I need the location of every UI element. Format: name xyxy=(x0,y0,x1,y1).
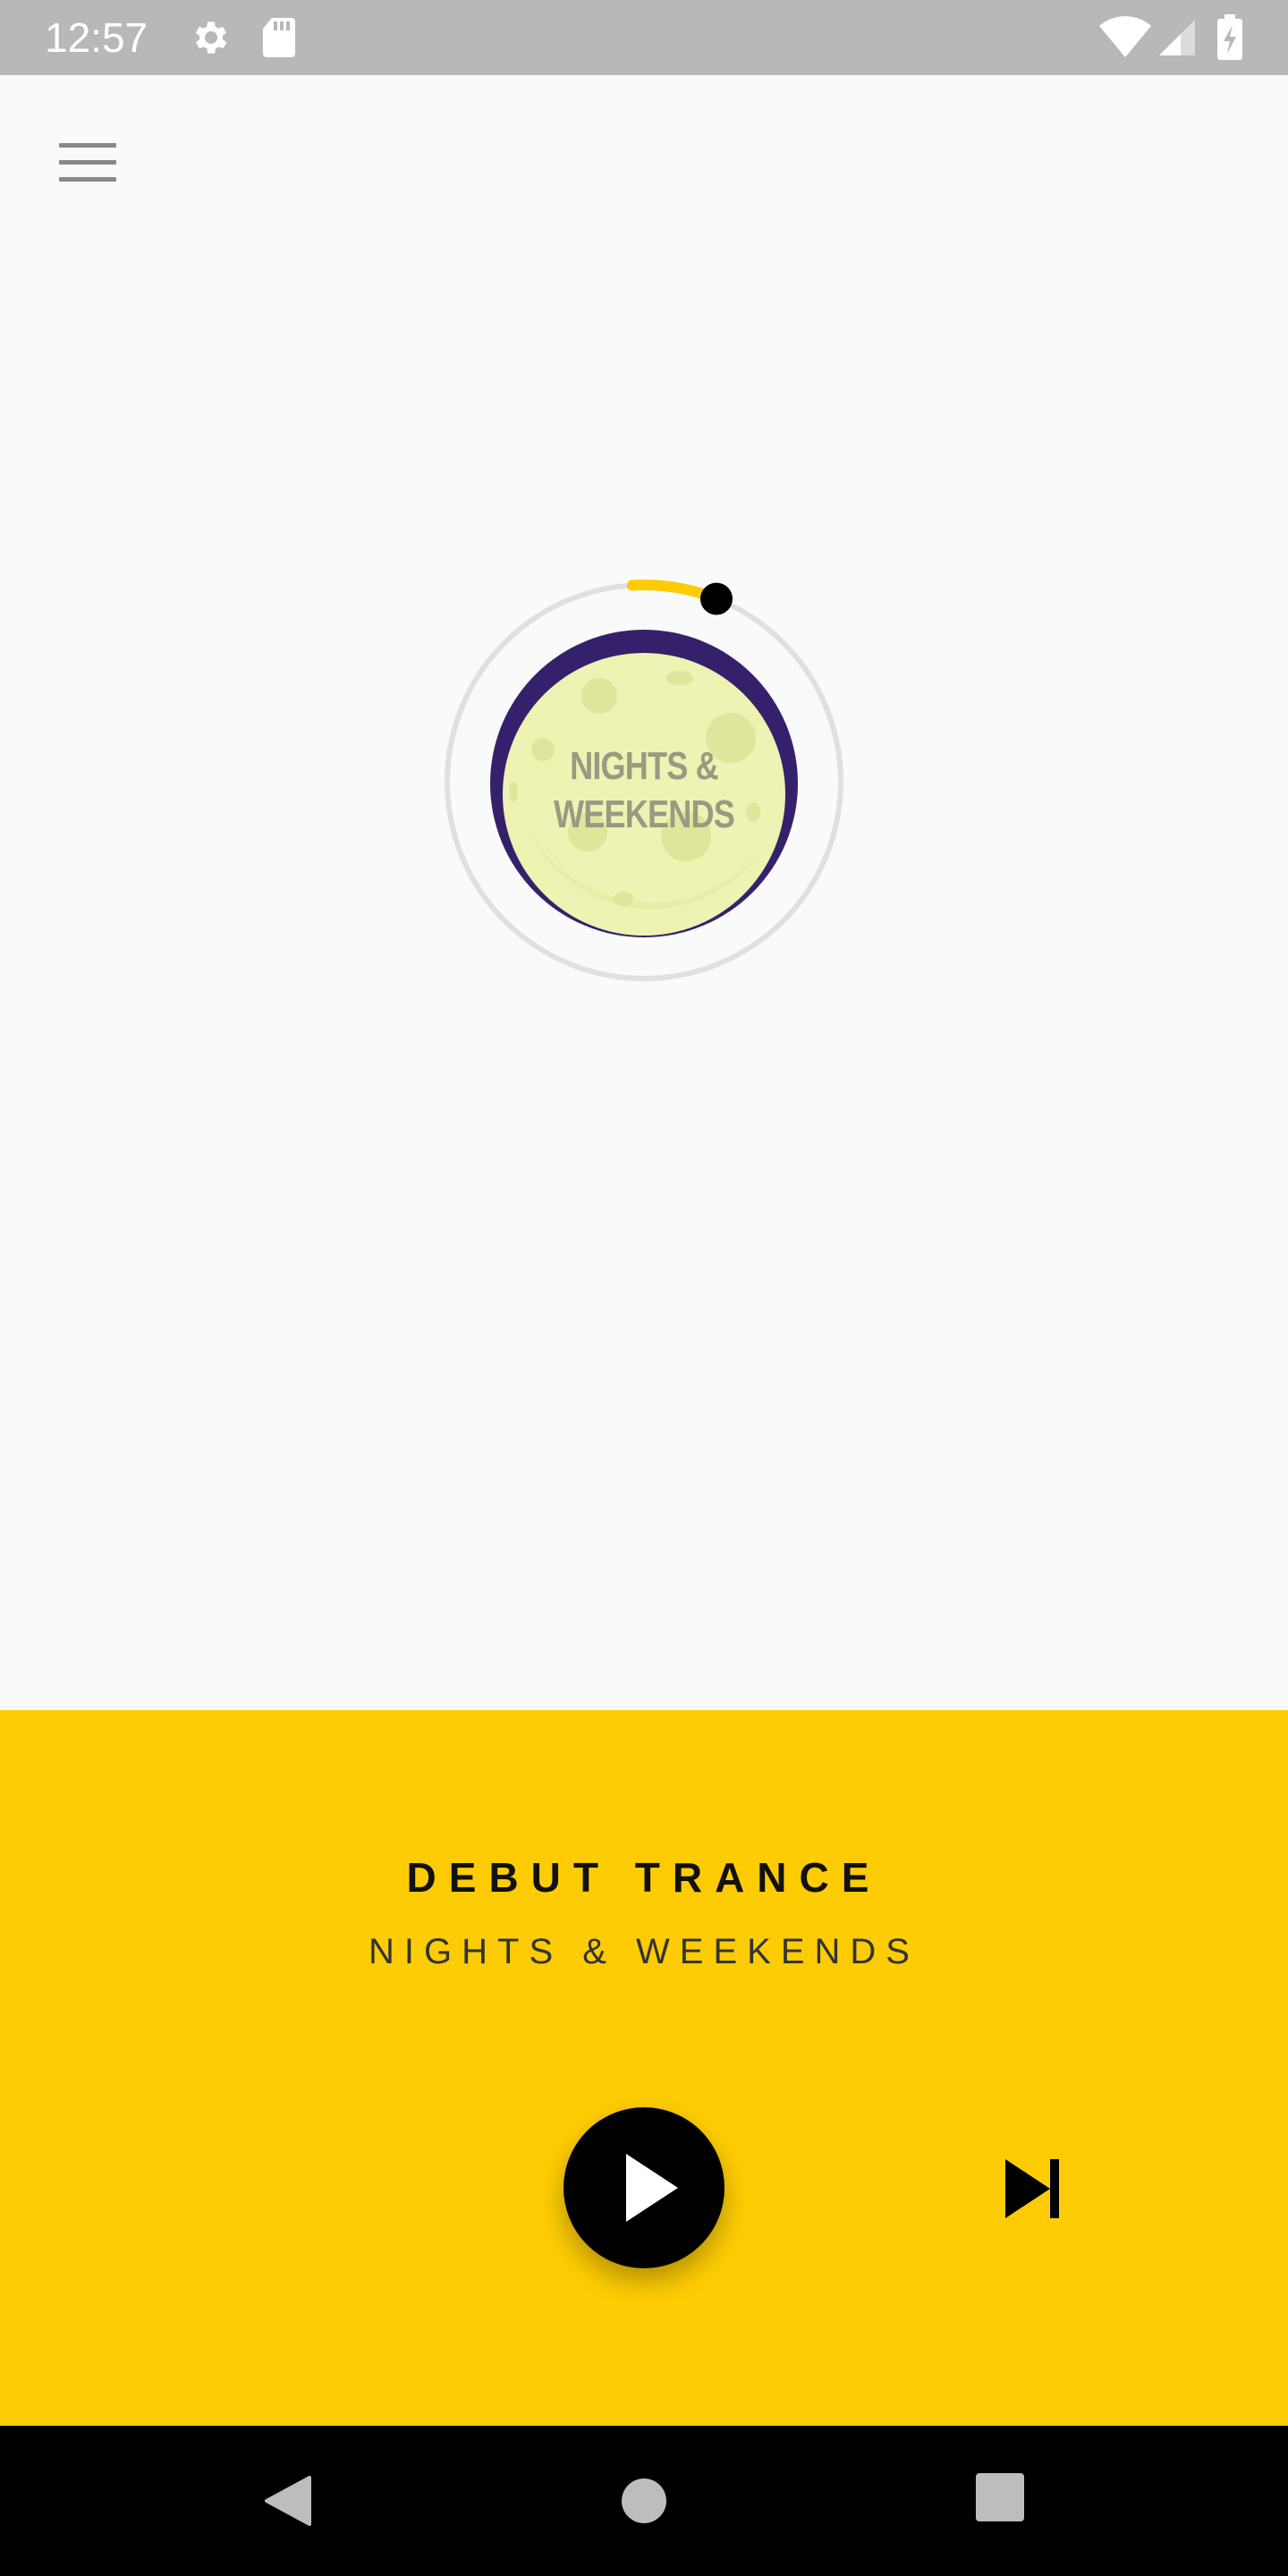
cell-signal-icon xyxy=(1159,20,1195,55)
play-button[interactable] xyxy=(564,2107,724,2268)
hamburger-menu-icon-line xyxy=(59,177,116,182)
screen: 12:57 NIGHTS & WEEKENDS DEBUT TRANCE NIG… xyxy=(0,0,1288,2576)
battery-charging-icon xyxy=(1217,14,1242,60)
status-time: 12:57 xyxy=(45,14,148,61)
cover-text: NIGHTS & WEEKENDS xyxy=(521,742,767,839)
gear-icon xyxy=(195,21,227,54)
progress-thumb[interactable] xyxy=(699,582,733,615)
recents-icon[interactable] xyxy=(975,2472,1025,2522)
skip-previous-icon xyxy=(215,2148,286,2229)
menu-button[interactable] xyxy=(50,134,125,191)
track-subtitle: NIGHTS & WEEKENDS xyxy=(369,1932,919,1971)
cover-text-line1: NIGHTS & xyxy=(570,744,719,788)
navigation-bar xyxy=(0,2426,1288,2576)
home-icon[interactable] xyxy=(614,2470,674,2531)
back-icon[interactable] xyxy=(258,2469,322,2533)
wifi-icon xyxy=(1099,16,1151,57)
hamburger-menu-icon-line xyxy=(59,160,116,165)
hamburger-menu-icon-line xyxy=(59,143,116,148)
skip-next-icon xyxy=(1005,2159,1059,2218)
station-cover-art[interactable]: NIGHTS & WEEKENDS xyxy=(494,644,794,945)
previous-button[interactable] xyxy=(215,2148,286,2229)
play-icon xyxy=(626,2154,678,2222)
sd-card-icon xyxy=(263,18,295,57)
status-bar: 12:57 xyxy=(0,0,1288,75)
next-button[interactable] xyxy=(1000,2148,1072,2229)
track-title: DEBUT TRANCE xyxy=(406,1854,882,1901)
cover-text-line2: WEEKENDS xyxy=(554,792,735,836)
player-panel: DEBUT TRANCE NIGHTS & WEEKENDS xyxy=(0,1710,1288,2426)
